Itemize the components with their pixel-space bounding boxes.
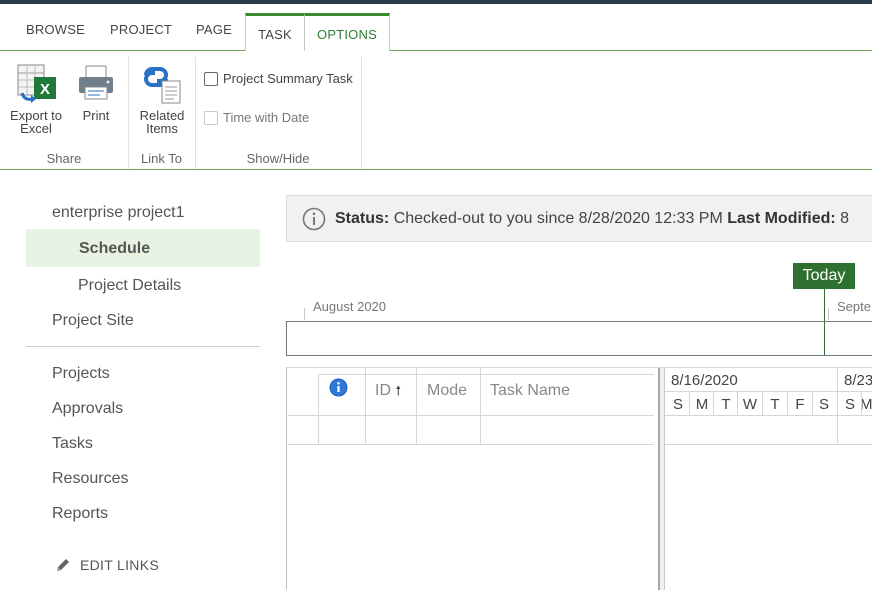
status-bar: Status: Checked-out to you since 8/28/20… xyxy=(286,195,872,242)
nav-item-resources[interactable]: Resources xyxy=(52,470,128,488)
share-group-label: Share xyxy=(46,151,82,166)
project-summary-task-checkbox[interactable]: Project Summary Task xyxy=(204,71,353,86)
timeline-month-september: Septe xyxy=(837,299,871,314)
export-to-excel-button[interactable]: X Export to Excel xyxy=(6,63,66,135)
info-column-icon[interactable] xyxy=(329,378,348,397)
time-with-date-label: Time with Date xyxy=(223,110,310,125)
ribbon-tabs: BROWSE PROJECT PAGE TASK OPTIONS xyxy=(0,4,872,52)
tab-task[interactable]: TASK xyxy=(245,13,305,52)
timeline-tick xyxy=(304,308,305,320)
timeline-bar[interactable] xyxy=(286,321,872,356)
gantt-row-line xyxy=(665,444,872,445)
grid-col-line xyxy=(480,368,481,444)
nav-item-project-details[interactable]: Project Details xyxy=(78,277,181,295)
column-header-task-name[interactable]: Task Name xyxy=(490,382,570,400)
time-with-date-checkbox: Time with Date xyxy=(204,110,309,125)
status-label: Status: xyxy=(335,209,390,227)
tab-page[interactable]: PAGE xyxy=(196,22,232,37)
gantt-day-divider xyxy=(762,391,763,415)
export-to-excel-label: Export to Excel xyxy=(9,108,63,136)
gantt-day-divider xyxy=(689,391,690,415)
tab-options[interactable]: OPTIONS xyxy=(304,13,390,52)
pencil-icon xyxy=(57,559,69,571)
nav-item-projects[interactable]: Projects xyxy=(52,365,110,383)
print-button[interactable]: Print xyxy=(76,63,116,122)
gantt-day-divider xyxy=(713,391,714,415)
timeline-month-august: August 2020 xyxy=(313,299,387,314)
id-header-label: ID xyxy=(375,382,391,399)
grid-col-line xyxy=(318,374,319,444)
checkbox-box xyxy=(204,110,218,125)
grid-header-top xyxy=(319,374,654,375)
column-header-mode[interactable]: Mode xyxy=(427,382,467,400)
group-divider xyxy=(361,57,362,169)
grid-splitter[interactable] xyxy=(658,368,665,590)
gantt-header-line xyxy=(665,391,872,392)
edit-links-label: EDIT LINKS xyxy=(80,557,159,573)
column-header-id[interactable]: ID 🠕 xyxy=(375,382,401,404)
gantt-day-divider xyxy=(787,391,788,415)
gantt-week-1: 8/16/2020 xyxy=(671,372,738,389)
project-summary-task-label: Project Summary Task xyxy=(223,71,353,86)
info-icon xyxy=(302,207,326,230)
related-items-label: Related Items xyxy=(139,108,185,136)
tab-project[interactable]: PROJECT xyxy=(110,22,172,37)
grid-row-line xyxy=(286,444,654,445)
grid-header-bottom xyxy=(286,415,654,416)
svg-text:X: X xyxy=(40,81,50,98)
nav-item-reports[interactable]: Reports xyxy=(52,505,108,523)
gantt-header-bottom xyxy=(665,415,872,416)
gantt-day: S xyxy=(672,396,683,413)
last-modified-label: Last Modified: xyxy=(727,209,836,227)
gantt-day: T xyxy=(770,396,780,413)
print-label: Print xyxy=(82,108,110,123)
gantt-day: S xyxy=(818,396,829,413)
excel-icon: X xyxy=(17,64,56,103)
checkbox-box[interactable] xyxy=(204,71,218,86)
gantt-day: S xyxy=(844,396,855,413)
gantt-day: W xyxy=(742,396,758,413)
last-modified-value: 8 xyxy=(840,209,850,227)
nav-item-tasks[interactable]: Tasks xyxy=(52,435,93,453)
ribbon-body: X Export to Excel Print Share Related It… xyxy=(0,51,872,170)
gantt-day: M xyxy=(695,396,709,413)
gantt-day: T xyxy=(721,396,731,413)
grid-col-line xyxy=(416,368,417,444)
show-hide-group-label: Show/Hide xyxy=(246,151,310,166)
nav-divider xyxy=(26,346,260,347)
related-items-button[interactable]: Related Items xyxy=(134,63,190,135)
grid-col-line xyxy=(365,368,366,444)
nav-item-approvals[interactable]: Approvals xyxy=(52,400,123,418)
status-text: Checked-out to you since 8/28/2020 12:33… xyxy=(393,209,723,227)
gantt-day-divider xyxy=(737,391,738,415)
gantt-day-divider xyxy=(861,391,862,415)
nav-project-title[interactable]: enterprise project1 xyxy=(52,204,185,222)
edit-links-button[interactable]: EDIT LINKS xyxy=(54,556,159,574)
sort-ascending-icon: 🠕 xyxy=(395,383,402,398)
timeline-tick xyxy=(828,308,829,320)
related-items-icon xyxy=(144,67,181,104)
today-marker: Today xyxy=(793,263,855,289)
nav-item-schedule[interactable]: Schedule xyxy=(79,240,150,258)
gantt-day-divider xyxy=(812,391,813,415)
link-to-group-label: Link To xyxy=(141,151,182,166)
nav-item-project-site[interactable]: Project Site xyxy=(52,312,134,330)
gantt-day: F xyxy=(795,396,805,413)
printer-icon xyxy=(79,65,113,100)
gantt-week-2: 8/23 xyxy=(844,372,872,389)
tab-browse[interactable]: BROWSE xyxy=(26,22,85,37)
